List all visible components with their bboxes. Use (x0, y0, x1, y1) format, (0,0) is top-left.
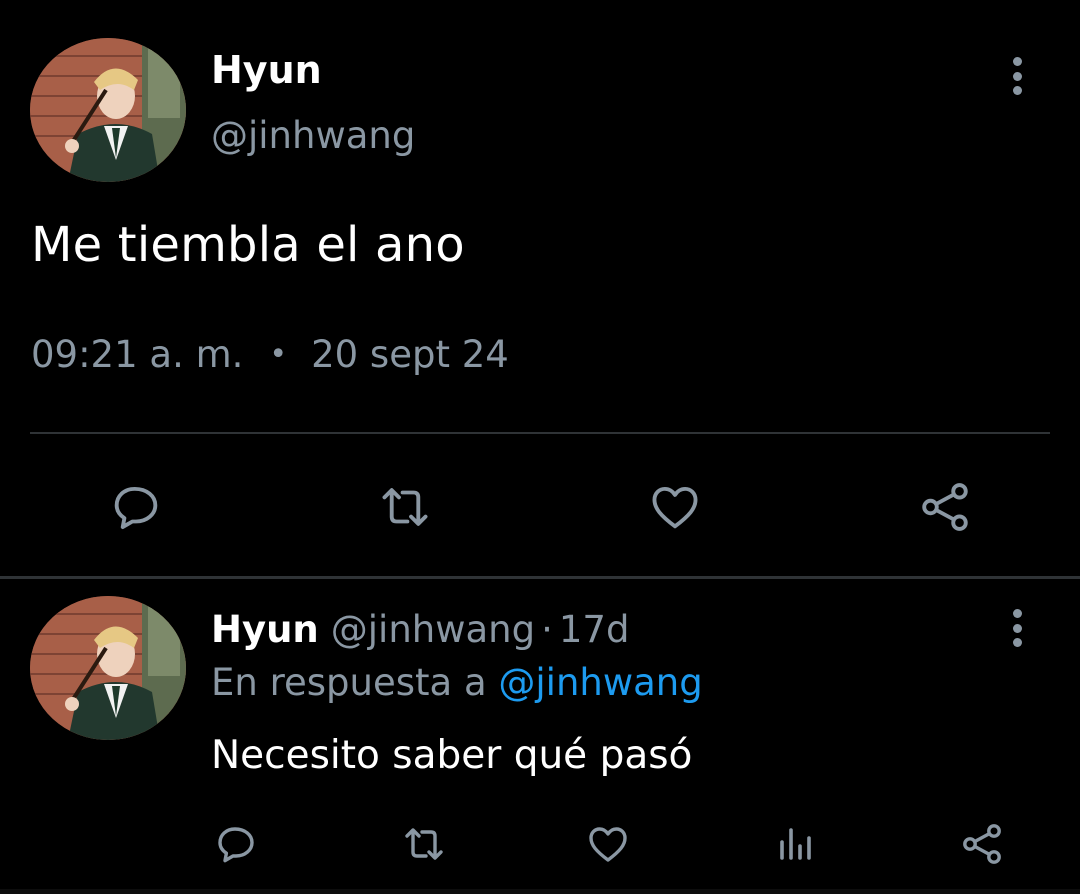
share-icon (922, 483, 968, 531)
more-options-icon-dot (1012, 623, 1022, 633)
reply-text: Necesito saber qué pasó (211, 733, 693, 778)
reply-retweet-button[interactable] (400, 820, 448, 868)
reply-more-options-button[interactable] (1002, 609, 1032, 647)
tweet-timestamp: 09:21 a. m. • 20 sept 24 (31, 333, 509, 376)
author-handle[interactable]: @jinhwang (211, 114, 415, 157)
retweet-icon (382, 488, 428, 526)
more-options-icon-dot (1012, 638, 1022, 647)
retweet-button[interactable] (376, 478, 434, 536)
reply-icon (218, 827, 254, 863)
avatar-photo (30, 596, 186, 740)
author-name[interactable]: Hyun (211, 48, 322, 92)
replying-to-line: En respuesta a @jinhwang (211, 661, 703, 704)
avatar-photo (30, 38, 186, 182)
more-options-button[interactable] (1002, 57, 1032, 95)
tweet-date: 20 sept 24 (311, 333, 509, 376)
reply-author-handle[interactable]: @jinhwang (331, 608, 535, 651)
divider (30, 432, 1050, 434)
reply-avatar[interactable] (30, 596, 186, 740)
analytics-icon (780, 828, 811, 860)
share-button[interactable] (916, 478, 974, 536)
reply-share-button[interactable] (958, 820, 1006, 868)
reply-time-ago[interactable]: 17d (559, 608, 630, 651)
reply-author-name[interactable]: Hyun (211, 608, 319, 651)
meta-separator: • (269, 337, 288, 372)
reply-button[interactable] (107, 478, 165, 536)
reply-reply-button[interactable] (212, 820, 260, 868)
reply-icon (114, 486, 158, 529)
avatar[interactable] (30, 38, 186, 182)
reply-header-separator: · (541, 608, 553, 651)
reply-views-button[interactable] (772, 820, 820, 868)
replying-to-prefix: En respuesta a (211, 661, 487, 704)
heart-icon (589, 827, 627, 862)
more-options-icon (1012, 57, 1022, 66)
retweet-icon (405, 828, 443, 860)
more-options-icon (1012, 609, 1022, 618)
tweet-thread-screen: Hyun @jinhwang Me tiembla el ano 09:21 a… (0, 0, 1080, 894)
tweet-time: 09:21 a. m. (31, 333, 244, 376)
replying-to-mention[interactable]: @jinhwang (498, 661, 702, 704)
bottom-edge (0, 889, 1080, 894)
section-divider (0, 576, 1080, 579)
more-options-icon-dot (1012, 71, 1022, 81)
share-icon (963, 824, 1001, 864)
heart-icon (652, 486, 698, 529)
reply-header: Hyun @jinhwang · 17d (211, 608, 629, 651)
reply-like-button[interactable] (584, 820, 632, 868)
more-options-icon-dot (1012, 86, 1022, 95)
like-button[interactable] (646, 478, 704, 536)
tweet-text: Me tiembla el ano (31, 217, 465, 273)
